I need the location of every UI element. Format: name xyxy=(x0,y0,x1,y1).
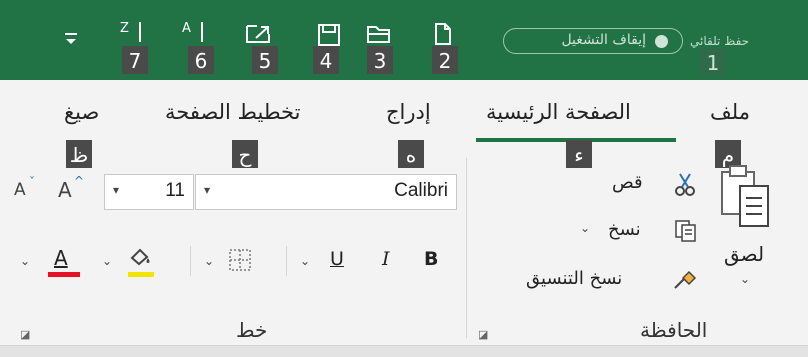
font-size-value: 11 xyxy=(165,180,185,201)
group-separator xyxy=(466,158,467,338)
borders-dropdown-icon[interactable]: ⌄ xyxy=(204,254,214,268)
font-name-box[interactable]: Calibri ▾ xyxy=(195,174,457,210)
sort-descending-icon: Z xyxy=(120,21,141,42)
keytip-home: ء xyxy=(566,140,592,168)
save-button[interactable] xyxy=(315,22,343,46)
customize-qat-button[interactable] xyxy=(62,30,80,50)
svg-text:A: A xyxy=(182,21,191,36)
paste-icon xyxy=(721,165,769,227)
grow-font-button[interactable]: A ^ xyxy=(56,174,90,206)
cut-button[interactable]: قص xyxy=(612,168,702,200)
font-size-dropdown-icon: ▾ xyxy=(113,183,120,197)
keytip-formulas: ظ xyxy=(66,140,92,168)
folder-open-icon xyxy=(367,26,390,43)
paste-dropdown-icon: ⌄ xyxy=(740,272,751,286)
font-name-dropdown-icon: ▾ xyxy=(204,183,211,197)
save-icon xyxy=(318,24,340,46)
font-launcher-icon[interactable]: ◪ xyxy=(20,328,30,341)
svg-text:Z: Z xyxy=(120,21,129,36)
font-color-dropdown-icon[interactable]: ⌄ xyxy=(20,254,30,268)
borders-icon xyxy=(229,249,251,271)
keytip-save: 4 xyxy=(313,46,339,74)
copy-icon xyxy=(675,220,696,242)
bold-button[interactable]: B xyxy=(420,246,446,276)
keytip-insert: ه xyxy=(398,140,424,168)
sort-ascending-button[interactable]: A xyxy=(180,20,210,46)
italic-label: I xyxy=(382,248,390,270)
shrink-font-button[interactable]: A ˇ xyxy=(12,175,46,206)
scissors-icon xyxy=(675,173,695,196)
tab-file[interactable]: ملف xyxy=(710,100,750,124)
fill-color-dropdown-icon[interactable]: ⌄ xyxy=(102,254,112,268)
copy-button[interactable]: ⌄ نسخ xyxy=(580,215,704,247)
sort-ascending-icon: A xyxy=(182,21,203,42)
keytip-open: 3 xyxy=(367,46,393,74)
bold-label: B xyxy=(424,248,439,270)
keytip-sort-asc: 6 xyxy=(188,46,214,74)
font-color-label: A xyxy=(54,246,68,270)
paste-button[interactable]: لصق ⌄ xyxy=(712,160,774,290)
font-group-label: خط xyxy=(236,318,268,342)
clipboard-group-label: الحافظة xyxy=(640,318,708,342)
keytip-sort-desc: 7 xyxy=(122,46,148,74)
borders-button[interactable] xyxy=(228,248,258,276)
underline-label: U xyxy=(330,248,344,270)
tab-insert[interactable]: إدراج xyxy=(386,100,431,124)
keytip-page-layout: ح xyxy=(232,140,258,168)
new-file-icon xyxy=(435,23,451,45)
toggle-knob xyxy=(655,35,668,48)
font-separator xyxy=(286,246,287,276)
copy-dropdown-icon: ⌄ xyxy=(580,221,591,235)
fill-color-icon xyxy=(130,248,150,266)
customize-qat-icon xyxy=(65,33,77,44)
keytip-share: 5 xyxy=(252,46,278,74)
font-separator-2 xyxy=(190,246,191,276)
share-button[interactable] xyxy=(244,22,274,46)
font-color-button[interactable]: A xyxy=(46,246,82,278)
tab-home[interactable]: الصفحة الرئيسية xyxy=(486,100,631,124)
autosave-toggle-label: إيقاف التشغيل xyxy=(561,32,646,48)
format-painter-icon xyxy=(674,270,697,289)
new-file-button[interactable] xyxy=(432,22,456,46)
title-bar: حفظ تلقائي 1 إيقاف التشغيل 2 3 4 5 A 6 Z… xyxy=(0,0,808,80)
fill-color-button[interactable] xyxy=(126,246,160,278)
share-icon xyxy=(246,25,270,43)
open-button[interactable] xyxy=(365,22,393,46)
keytip-autosave: 1 xyxy=(700,48,726,76)
tab-page-layout[interactable]: تخطيط الصفحة xyxy=(165,100,300,124)
format-painter-button[interactable]: نسخ التنسيق xyxy=(526,264,704,298)
copy-label: نسخ xyxy=(608,219,641,240)
format-painter-label: نسخ التنسيق xyxy=(526,268,623,289)
font-name-value: Calibri xyxy=(394,180,448,201)
autosave-toggle[interactable]: إيقاف التشغيل xyxy=(503,28,683,54)
tab-formulas[interactable]: صيغ xyxy=(64,100,99,124)
grow-font-icon: ^ xyxy=(74,174,85,188)
shrink-font-label: A xyxy=(14,180,26,200)
shrink-font-icon: ˇ xyxy=(29,175,35,189)
grow-font-label: A xyxy=(58,178,72,202)
cut-label: قص xyxy=(612,172,643,193)
clipboard-launcher-icon[interactable]: ◪ xyxy=(478,328,488,341)
paste-label: لصق xyxy=(724,242,765,266)
ribbon-bottom-edge xyxy=(0,345,808,357)
italic-button[interactable]: I xyxy=(376,246,402,276)
font-size-box[interactable]: 11 ▾ xyxy=(104,174,194,210)
highlight-color-bar xyxy=(128,272,154,277)
sort-descending-button[interactable]: Z xyxy=(118,20,148,46)
underline-dropdown-icon[interactable]: ⌄ xyxy=(300,254,310,268)
underline-button[interactable]: U xyxy=(326,246,352,276)
autosave-label: حفظ تلقائي xyxy=(690,34,750,48)
font-color-bar xyxy=(48,272,80,277)
keytip-new: 2 xyxy=(432,46,458,74)
